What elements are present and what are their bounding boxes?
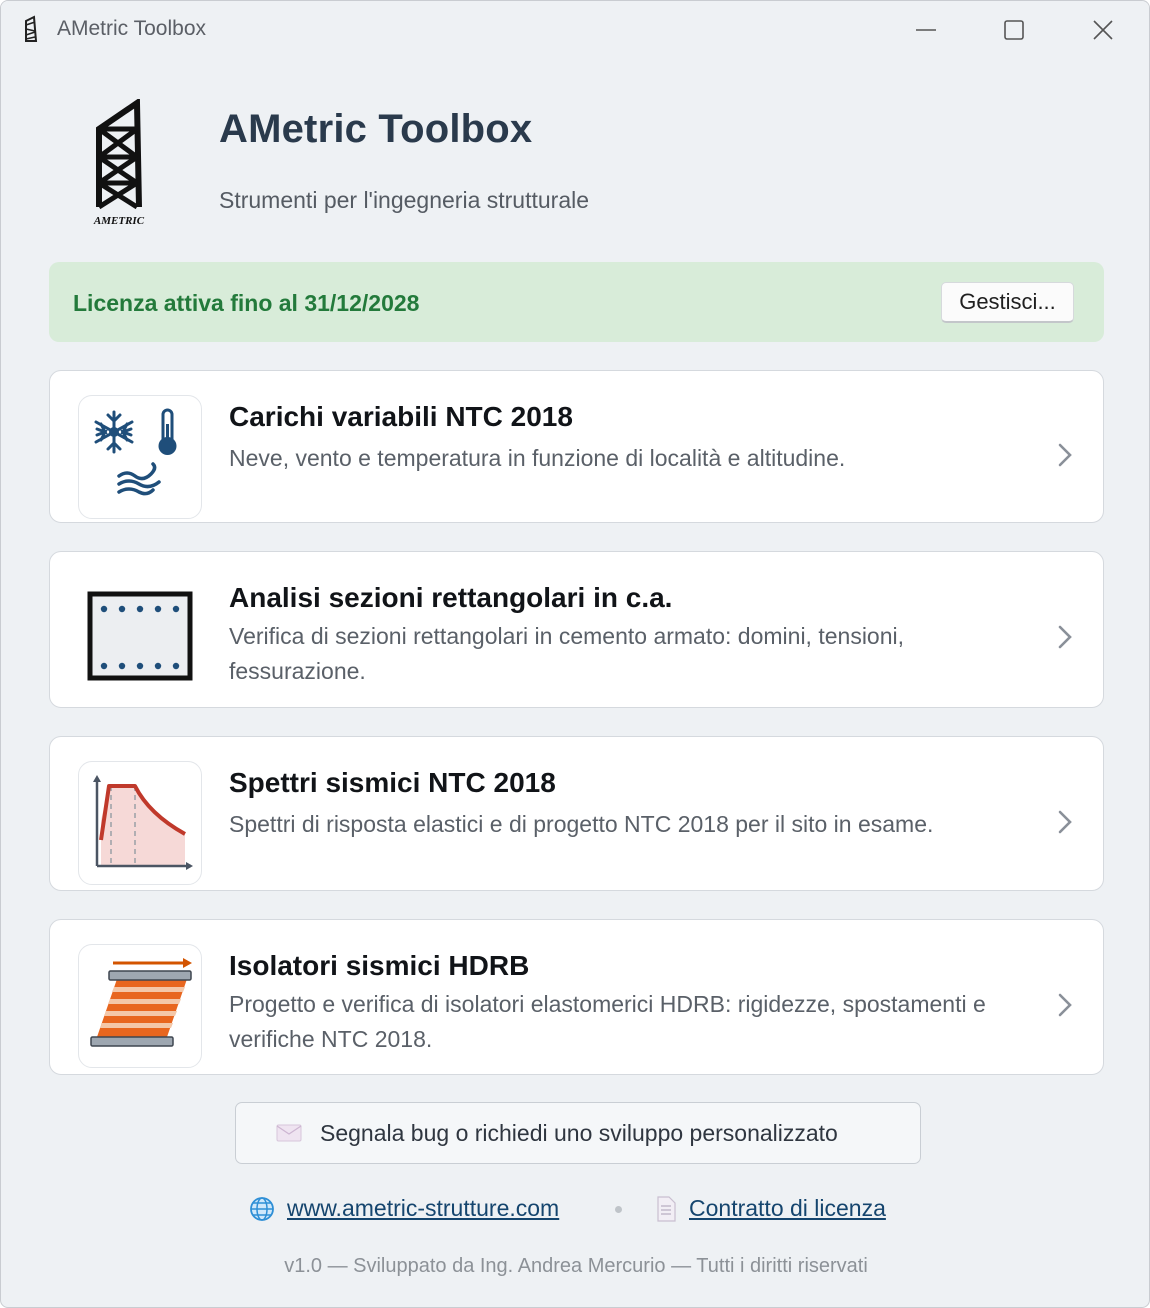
logo-text: AMETRIC: [93, 215, 145, 227]
tool-card-carichi-variabili[interactable]: Carichi variabili NTC 2018 Neve, vento e…: [49, 370, 1104, 523]
hdrb-isolator-icon: [78, 944, 202, 1068]
window-title: AMetric Toolbox: [57, 17, 207, 40]
maximize-icon: [1004, 20, 1024, 40]
tool-description: Neve, vento e temperatura in funzione di…: [229, 445, 846, 471]
page-title: AMetric Toolbox: [219, 107, 533, 151]
tool-description: Progetto e verifica di isolatori elastom…: [229, 991, 986, 1052]
minimize-button[interactable]: [896, 9, 956, 51]
tool-title: Analisi sezioni rettangolari in c.a.: [229, 582, 673, 613]
ametric-logo: AMETRIC: [93, 99, 145, 227]
globe-icon: [250, 1197, 274, 1221]
license-status: Licenza attiva fino al 31/12/2028: [73, 290, 420, 316]
bug-report-button[interactable]: Segnala bug o richiedi uno sviluppo pers…: [235, 1102, 921, 1164]
page-subtitle: Strumenti per l'ingegneria strutturale: [219, 187, 590, 213]
tool-title: Spettri sismici NTC 2018: [229, 767, 556, 798]
bug-report-label: Segnala bug o richiedi uno sviluppo pers…: [320, 1120, 838, 1146]
tool-title: Isolatori sismici HDRB: [229, 950, 530, 981]
document-icon: [657, 1196, 676, 1222]
envelope-icon: [276, 1124, 302, 1142]
tool-title: Carichi variabili NTC 2018: [229, 401, 573, 432]
tool-card-sezioni-ca[interactable]: Analisi sezioni rettangolari in c.a. Ver…: [49, 551, 1104, 708]
chevron-right-icon: [1058, 625, 1072, 649]
app-window: AMetric Toolbox AMETRIC AMetric Toolbox …: [0, 0, 1150, 1308]
chevron-right-icon: [1058, 993, 1072, 1017]
website-link[interactable]: www.ametric-strutture.com: [287, 1195, 559, 1222]
response-spectrum-icon: [78, 761, 202, 885]
tool-card-spettri-sismici[interactable]: Spettri sismici NTC 2018 Spettri di risp…: [49, 736, 1104, 891]
minimize-icon: [916, 29, 936, 31]
separator-dot: [615, 1206, 622, 1213]
maximize-button[interactable]: [984, 9, 1044, 51]
close-button[interactable]: [1073, 9, 1133, 51]
tool-card-isolatori-hdrb[interactable]: Isolatori sismici HDRB Progetto e verifi…: [49, 919, 1104, 1075]
snow-thermometer-wind-icon: [78, 395, 202, 519]
footer-text: v1.0 — Sviluppato da Ing. Andrea Mercuri…: [284, 1255, 868, 1277]
rc-section-icon: [78, 568, 202, 692]
chevron-right-icon: [1058, 443, 1072, 467]
license-banner: Licenza attiva fino al 31/12/2028 Gestis…: [49, 262, 1104, 342]
chevron-right-icon: [1058, 810, 1072, 834]
app-icon: [25, 15, 38, 42]
title-bar[interactable]: AMetric Toolbox: [1, 1, 1149, 57]
close-icon: [1093, 20, 1113, 40]
license-contract-link[interactable]: Contratto di licenza: [689, 1195, 886, 1222]
manage-license-button[interactable]: Gestisci...: [941, 282, 1074, 323]
tool-description: Verifica di sezioni rettangolari in ceme…: [229, 623, 905, 684]
tool-description: Spettri di risposta elastici e di proget…: [229, 811, 934, 837]
